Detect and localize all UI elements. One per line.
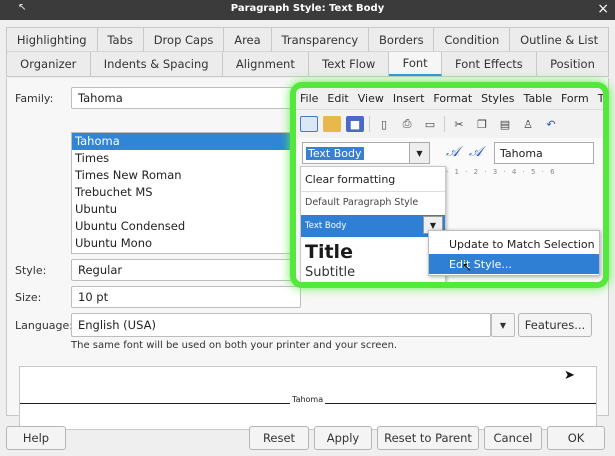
update-to-match-selection[interactable]: Update to Match Selection xyxy=(429,234,599,254)
menu-edit[interactable]: Edit xyxy=(327,92,348,105)
size-label: Size: xyxy=(15,291,42,304)
tab-transparency[interactable]: Transparency xyxy=(271,28,370,52)
title-bar: ↖ Paragraph Style: Text Body × xyxy=(0,0,615,20)
tab-tabs[interactable]: Tabs xyxy=(97,28,144,52)
apply-button[interactable]: Apply xyxy=(314,426,372,450)
family-label: Family: xyxy=(15,92,54,105)
tab-position[interactable]: Position xyxy=(536,52,610,76)
print-icon[interactable]: ⎙ xyxy=(398,116,416,132)
family-option-trebuchet-ms[interactable]: Trebuchet MS xyxy=(72,184,300,201)
menu-insert[interactable]: Insert xyxy=(393,92,425,105)
tab-condition[interactable]: Condition xyxy=(434,28,511,52)
tab-font[interactable]: Font xyxy=(389,52,442,76)
menu-file[interactable]: File xyxy=(300,92,318,105)
undo-icon[interactable]: ↶ xyxy=(542,116,560,132)
style-dropdown-list: Clear formatting Default Paragraph Style… xyxy=(300,166,446,282)
menu-format[interactable]: Format xyxy=(433,92,472,105)
save-icon[interactable]: ■ xyxy=(346,116,364,132)
size-input[interactable]: 10 pt xyxy=(71,286,301,308)
new-document-icon[interactable] xyxy=(300,116,318,132)
font-preview: Tahoma xyxy=(19,366,597,430)
menu-styles[interactable]: Styles xyxy=(481,92,514,105)
tab-drop-caps[interactable]: Drop Caps xyxy=(143,28,225,52)
writer-toolbar: ■ ▯ ⎙ ▭ ✂ ❐ ▤ ♙ ↶ xyxy=(296,110,603,138)
style-text-body[interactable]: Text Body ▼ xyxy=(301,215,445,237)
edit-style-menu-item[interactable]: Edit Style... xyxy=(429,254,599,274)
family-option-times[interactable]: Times xyxy=(72,150,300,167)
family-option-tahoma[interactable]: Tahoma xyxy=(72,133,300,150)
tab-row-bottom: Organizer Indents & Spacing Alignment Te… xyxy=(6,52,610,77)
tab-borders[interactable]: Borders xyxy=(369,28,435,52)
cancel-button[interactable]: Cancel xyxy=(484,426,542,450)
tab-row-top: Highlighting Tabs Drop Caps Area Transpa… xyxy=(6,27,609,52)
style-default-paragraph[interactable]: Default Paragraph Style xyxy=(301,197,445,208)
language-label: Language: xyxy=(15,319,73,332)
paragraph-style-box[interactable]: Text Body ▼ xyxy=(302,142,430,164)
family-list[interactable]: Tahoma Times Times New Roman Trebuchet M… xyxy=(71,132,301,254)
tab-alignment[interactable]: Alignment xyxy=(222,52,309,76)
tab-text-flow[interactable]: Text Flow xyxy=(309,52,390,76)
toolbar-separator xyxy=(369,116,370,132)
style-list-divider xyxy=(301,191,445,192)
reset-to-parent-button[interactable]: Reset to Parent xyxy=(377,426,479,450)
style-context-menu: Update to Match Selection Edit Style... xyxy=(428,230,600,276)
cut-icon[interactable]: ✂ xyxy=(450,116,468,132)
new-style-icon[interactable]: 𝒜 xyxy=(469,144,482,160)
zoom-inset-writer: File Edit View Insert Format Styles Tabl… xyxy=(290,82,609,288)
menu-view[interactable]: View xyxy=(358,92,384,105)
language-select[interactable]: English (USA) xyxy=(71,313,491,337)
ok-button[interactable]: OK xyxy=(547,426,605,450)
dropdown-arrow-icon[interactable]: ▼ xyxy=(409,143,429,163)
style-input[interactable]: Regular xyxy=(71,259,301,281)
export-pdf-icon[interactable]: ▯ xyxy=(375,116,393,132)
tab-organizer[interactable]: Organizer xyxy=(7,52,91,76)
style-title[interactable]: Title xyxy=(301,241,445,263)
toolbar-separator xyxy=(444,116,445,132)
font-name-box[interactable]: Tahoma xyxy=(494,142,594,164)
copy-icon[interactable]: ❐ xyxy=(473,116,491,132)
tab-font-effects[interactable]: Font Effects xyxy=(441,52,537,76)
window-title: Paragraph Style: Text Body xyxy=(230,3,385,14)
dropdown-arrow-icon[interactable]: ▼ xyxy=(491,313,515,337)
tab-outline-list[interactable]: Outline & List xyxy=(510,28,609,52)
family-option-ubuntu-condensed[interactable]: Ubuntu Condensed xyxy=(72,218,300,235)
paste-icon[interactable]: ▤ xyxy=(496,116,514,132)
ruler: · 1 · 2 · 3 · 4 · 5 · 6 xyxy=(446,168,557,176)
features-button[interactable]: Features... xyxy=(518,313,592,337)
family-option-ubuntu-mono[interactable]: Ubuntu Mono xyxy=(72,235,300,252)
family-option-times-new-roman[interactable]: Times New Roman xyxy=(72,167,300,184)
tab-indents-spacing[interactable]: Indents & Spacing xyxy=(90,52,223,76)
paragraph-style-value: Text Body xyxy=(306,146,364,160)
mouse-pointer-icon: ➤ xyxy=(564,368,575,383)
clone-format-icon[interactable]: ♙ xyxy=(519,116,537,132)
preview-text: Tahoma xyxy=(290,395,326,404)
close-icon[interactable]: × xyxy=(597,1,609,17)
style-label: Style: xyxy=(15,264,47,277)
menu-form[interactable]: Form xyxy=(561,92,589,105)
family-input[interactable]: Tahoma xyxy=(71,87,301,109)
writer-menubar: File Edit View Insert Format Styles Tabl… xyxy=(296,88,603,110)
style-clear-formatting[interactable]: Clear formatting xyxy=(301,173,445,186)
style-subtitle[interactable]: Subtitle xyxy=(301,265,445,280)
tab-area[interactable]: Area xyxy=(224,28,272,52)
help-button[interactable]: Help xyxy=(6,426,66,450)
font-hint-text: The same font will be used on both your … xyxy=(71,340,398,351)
tab-highlighting[interactable]: Highlighting xyxy=(7,28,98,52)
style-text-body-label: Text Body xyxy=(305,221,347,231)
reset-button[interactable]: Reset xyxy=(249,426,309,450)
print-preview-icon[interactable]: ▭ xyxy=(421,116,439,132)
menu-truncated[interactable]: T xyxy=(598,92,603,105)
mouse-pointer-icon: ↖ xyxy=(462,260,473,274)
update-style-icon[interactable]: 𝒜 xyxy=(446,144,459,160)
family-option-ubuntu[interactable]: Ubuntu xyxy=(72,201,300,218)
open-folder-icon[interactable] xyxy=(323,116,341,132)
menu-table[interactable]: Table xyxy=(524,92,552,105)
